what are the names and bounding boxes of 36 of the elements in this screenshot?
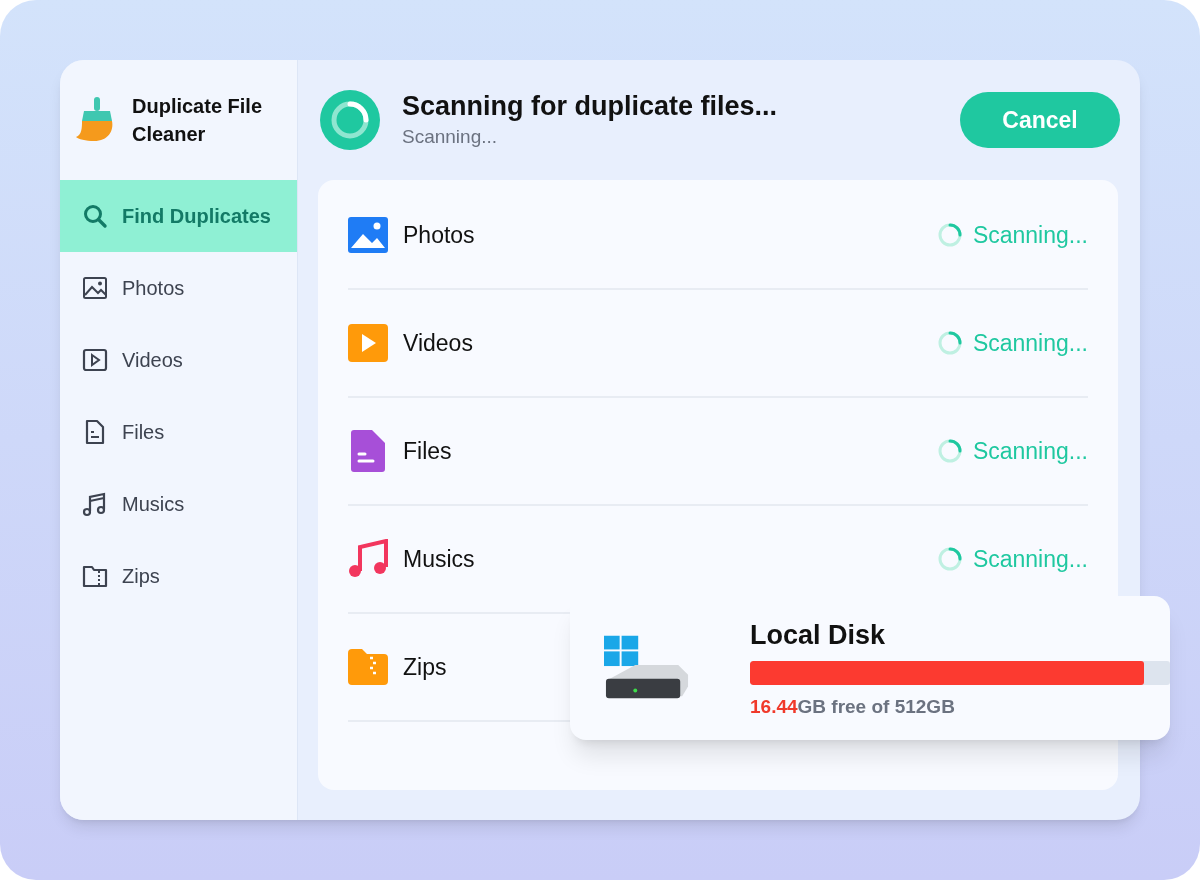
category-label: Videos (403, 328, 473, 358)
scan-status: Scanning... (972, 544, 1088, 574)
music-icon (82, 491, 108, 517)
spinner-icon (936, 330, 963, 356)
sidebar-item[interactable]: Files (60, 396, 297, 468)
music-icon (348, 539, 388, 579)
photo-icon (348, 217, 388, 253)
sidebar-item[interactable]: Find Duplicates (60, 180, 297, 252)
category-label: Photos (403, 220, 475, 250)
scan-title: Scanning for duplicate files... (402, 89, 779, 123)
scan-status: Scanning... (402, 124, 499, 149)
photo-icon (82, 275, 108, 301)
disk-name: Local Disk (750, 618, 887, 652)
spinner-icon (936, 438, 963, 464)
zip-icon (82, 563, 108, 589)
scan-status: Scanning... (972, 220, 1088, 250)
category-label: Files (403, 436, 452, 466)
scan-status: Scanning... (972, 436, 1088, 466)
hard-drive-icon (604, 635, 690, 701)
spinner-icon (936, 546, 963, 572)
sidebar-item[interactable]: Musics (60, 468, 297, 540)
file-icon (351, 430, 385, 472)
app-title: Duplicate File Cleaner (132, 94, 264, 147)
search-icon (82, 203, 108, 229)
sidebar-item[interactable]: Zips (60, 540, 297, 612)
video-icon (348, 324, 388, 362)
spinner-icon (936, 222, 963, 248)
category-label: Zips (403, 652, 447, 682)
sidebar-item[interactable]: Videos (60, 324, 297, 396)
sidebar-item[interactable]: Photos (60, 252, 297, 324)
scan-status: Scanning... (972, 328, 1088, 358)
category-label: Musics (403, 544, 475, 574)
zip-icon (348, 649, 388, 685)
video-icon (82, 347, 108, 373)
free-space-text: 16.44GB free of 512GB (750, 695, 956, 719)
spinner-icon (320, 90, 380, 150)
